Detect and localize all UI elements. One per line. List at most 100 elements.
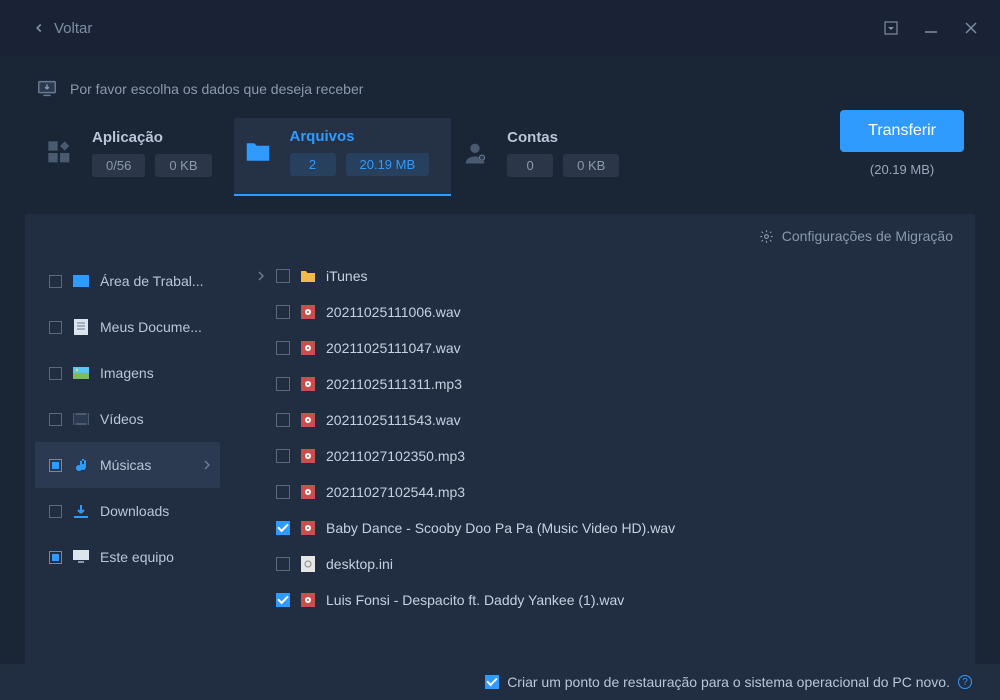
sidebar-item-label: Este equipo bbox=[100, 549, 210, 565]
transfer-button[interactable]: Transferir bbox=[840, 110, 964, 152]
audio-icon bbox=[300, 376, 316, 392]
back-button[interactable]: Voltar bbox=[32, 20, 92, 37]
dropdown-button[interactable] bbox=[882, 19, 900, 37]
audio-icon bbox=[300, 520, 316, 536]
ini-icon bbox=[300, 556, 316, 572]
footer: Criar um ponto de restauração para o sis… bbox=[0, 664, 1000, 700]
transfer-area: Transferir (20.19 MB) bbox=[840, 110, 964, 177]
file-name: desktop.ini bbox=[326, 556, 955, 572]
file-row[interactable]: desktop.ini bbox=[230, 546, 969, 582]
help-icon[interactable]: ? bbox=[958, 675, 972, 689]
sidebar-item-label: Vídeos bbox=[100, 411, 210, 427]
sidebar-item-images[interactable]: Imagens bbox=[35, 350, 220, 396]
checkbox[interactable] bbox=[49, 505, 62, 518]
file-name: 20211025111047.wav bbox=[326, 340, 955, 356]
tabs-row: Aplicação 0/56 0 KB Arquivos 2 20.19 MB bbox=[0, 118, 1000, 196]
content-panel: Configurações de Migração Área de Trabal… bbox=[25, 214, 975, 674]
audio-icon bbox=[300, 340, 316, 356]
file-row[interactable]: 20211027102544.mp3 bbox=[230, 474, 969, 510]
chevron-right-icon bbox=[204, 460, 210, 470]
user-icon bbox=[457, 135, 493, 171]
file-name: 20211025111006.wav bbox=[326, 304, 955, 320]
file-row[interactable]: 20211025111006.wav bbox=[230, 294, 969, 330]
sidebar-item-label: Músicas bbox=[100, 457, 194, 473]
sidebar-item-label: Imagens bbox=[100, 365, 210, 381]
checkbox[interactable] bbox=[276, 557, 290, 571]
file-row[interactable]: 20211025111311.mp3 bbox=[230, 366, 969, 402]
transfer-size: (20.19 MB) bbox=[840, 162, 964, 177]
window-controls bbox=[882, 19, 980, 37]
file-row[interactable]: 20211027102350.mp3 bbox=[230, 438, 969, 474]
checkbox[interactable] bbox=[49, 551, 62, 564]
file-name: 20211027102350.mp3 bbox=[326, 448, 955, 464]
file-row[interactable]: 20211025111047.wav bbox=[230, 330, 969, 366]
sidebar-item-this-pc[interactable]: Este equipo bbox=[35, 534, 220, 580]
sidebar-item-desktop[interactable]: Área de Trabal... bbox=[35, 258, 220, 304]
restore-point-checkbox[interactable] bbox=[485, 675, 499, 689]
checkbox[interactable] bbox=[49, 367, 62, 380]
checkbox[interactable] bbox=[276, 413, 290, 427]
tab-application[interactable]: Aplicação 0/56 0 KB bbox=[36, 118, 234, 196]
gear-icon bbox=[759, 229, 774, 244]
download-icon bbox=[72, 502, 90, 520]
sidebar-item-label: Downloads bbox=[100, 503, 210, 519]
file-row[interactable]: 20211025111543.wav bbox=[230, 402, 969, 438]
file-name: 20211027102544.mp3 bbox=[326, 484, 955, 500]
panel-top: Configurações de Migração bbox=[25, 214, 975, 258]
tab-stat: 0 KB bbox=[155, 154, 211, 177]
file-row[interactable]: iTunes bbox=[230, 258, 969, 294]
tab-accounts[interactable]: Contas 0 0 KB bbox=[451, 118, 641, 196]
titlebar: Voltar bbox=[0, 0, 1000, 56]
sidebar-item-music[interactable]: Músicas bbox=[35, 442, 220, 488]
checkbox[interactable] bbox=[49, 459, 62, 472]
checkbox[interactable] bbox=[276, 377, 290, 391]
music-icon bbox=[72, 456, 90, 474]
tab-stat: 0 KB bbox=[563, 154, 619, 177]
checkbox[interactable] bbox=[49, 275, 62, 288]
tab-title: Aplicação bbox=[92, 129, 212, 146]
document-icon bbox=[72, 318, 90, 336]
file-row[interactable]: Baby Dance - Scooby Doo Pa Pa (Music Vid… bbox=[230, 510, 969, 546]
chevron-left-icon bbox=[32, 21, 46, 35]
file-name: Luis Fonsi - Despacito ft. Daddy Yankee … bbox=[326, 592, 955, 608]
tab-stat: 0/56 bbox=[92, 154, 145, 177]
file-name: iTunes bbox=[326, 268, 955, 284]
sidebar: Área de Trabal... Meus Docume... Imagens… bbox=[25, 258, 230, 674]
file-name: 20211025111543.wav bbox=[326, 412, 955, 428]
checkbox[interactable] bbox=[49, 413, 62, 426]
checkbox[interactable] bbox=[276, 341, 290, 355]
tab-stat: 0 bbox=[507, 154, 553, 177]
audio-icon bbox=[300, 412, 316, 428]
tab-files[interactable]: Arquivos 2 20.19 MB bbox=[234, 118, 452, 196]
checkbox[interactable] bbox=[276, 449, 290, 463]
video-icon bbox=[72, 410, 90, 428]
sidebar-item-videos[interactable]: Vídeos bbox=[35, 396, 220, 442]
checkbox[interactable] bbox=[276, 485, 290, 499]
checkbox[interactable] bbox=[49, 321, 62, 334]
minimize-icon bbox=[924, 21, 938, 35]
audio-icon bbox=[300, 304, 316, 320]
close-button[interactable] bbox=[962, 19, 980, 37]
checkbox[interactable] bbox=[276, 305, 290, 319]
expand-icon[interactable] bbox=[258, 271, 266, 281]
sidebar-item-documents[interactable]: Meus Docume... bbox=[35, 304, 220, 350]
sidebar-item-downloads[interactable]: Downloads bbox=[35, 488, 220, 534]
file-row[interactable]: Luis Fonsi - Despacito ft. Daddy Yankee … bbox=[230, 582, 969, 618]
checkbox[interactable] bbox=[276, 521, 290, 535]
audio-icon bbox=[300, 448, 316, 464]
migration-settings-link[interactable]: Configurações de Migração bbox=[759, 228, 953, 244]
file-list[interactable]: iTunes 20211025111006.wav 20211025111047.w… bbox=[230, 258, 975, 674]
checkbox[interactable] bbox=[276, 593, 290, 607]
tab-title: Arquivos bbox=[290, 128, 430, 145]
back-label: Voltar bbox=[54, 20, 92, 37]
pc-icon bbox=[72, 548, 90, 566]
audio-icon bbox=[300, 592, 316, 608]
minimize-button[interactable] bbox=[922, 19, 940, 37]
tab-title: Contas bbox=[507, 129, 619, 146]
image-icon bbox=[72, 364, 90, 382]
instruction-text: Por favor escolha os dados que deseja re… bbox=[70, 81, 363, 97]
audio-icon bbox=[300, 484, 316, 500]
checkbox[interactable] bbox=[276, 269, 290, 283]
folder-icon bbox=[240, 134, 276, 170]
file-name: 20211025111311.mp3 bbox=[326, 376, 955, 392]
